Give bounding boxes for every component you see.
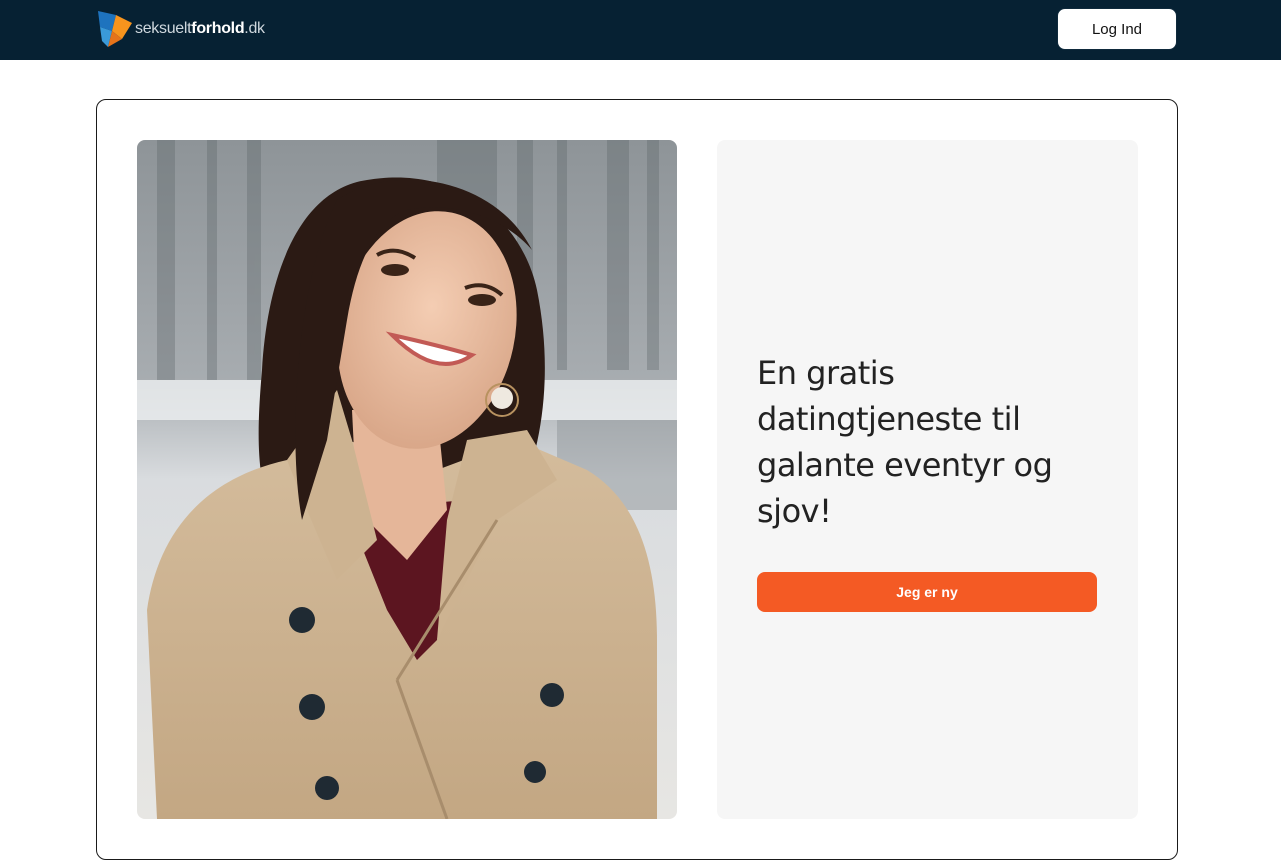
logo-wordmark: seksueltforhold.dk	[135, 19, 265, 37]
top-navigation-bar: seksueltforhold.dk Log Ind	[0, 0, 1281, 60]
login-button[interactable]: Log Ind	[1057, 8, 1177, 50]
signup-button[interactable]: Jeg er ny	[757, 572, 1097, 612]
logo-text-suffix: .dk	[244, 19, 265, 37]
hero-card: En gratis datingtjeneste til galante eve…	[96, 99, 1178, 860]
logo-mark-icon	[98, 11, 132, 47]
logo-text-light: seksuelt	[135, 19, 192, 37]
hero-photo	[137, 140, 677, 819]
site-logo[interactable]: seksueltforhold.dk	[96, 9, 265, 49]
woman-photo-illustration	[137, 140, 677, 819]
logo-text-bold: forhold	[191, 19, 245, 37]
intro-panel: En gratis datingtjeneste til galante eve…	[717, 140, 1138, 819]
hero-headline: En gratis datingtjeneste til galante eve…	[757, 354, 1053, 530]
